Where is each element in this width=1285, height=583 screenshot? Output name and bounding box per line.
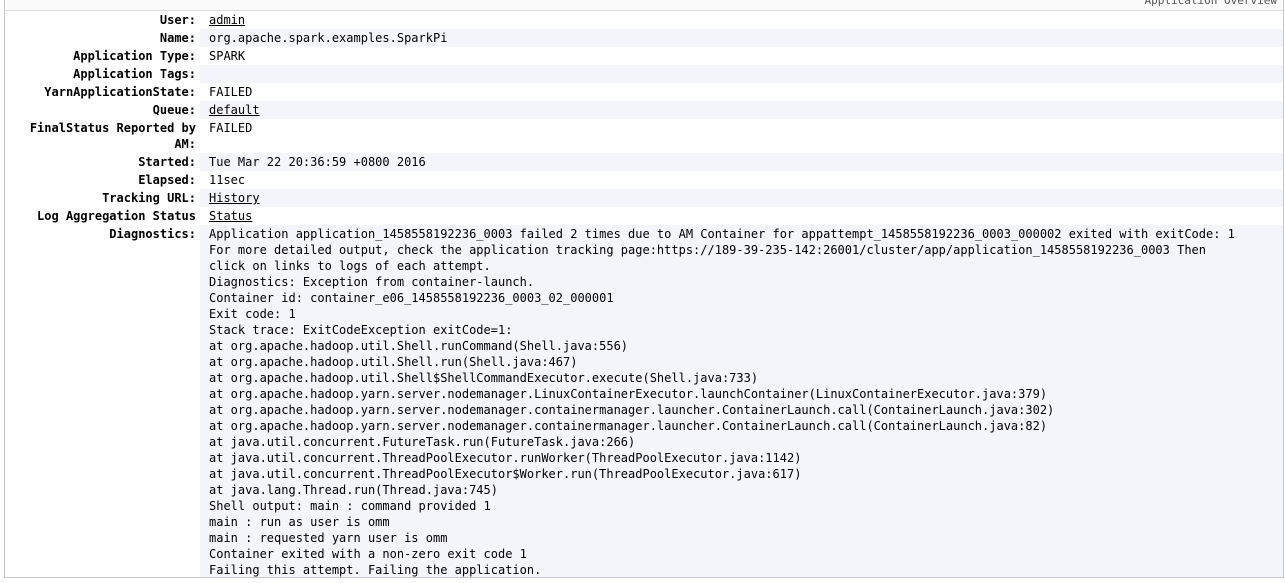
diagnostics-line: at java.util.concurrent.ThreadPoolExecut… — [209, 451, 802, 465]
diagnostics-line: main : run as user is omm — [209, 515, 390, 529]
application-type-label: Application Type: — [5, 47, 200, 65]
info-row-diagnostics: Diagnostics: Application application_145… — [5, 225, 1283, 577]
info-row-tracking-url: Tracking URL: History — [5, 189, 1283, 207]
history-link[interactable]: History — [209, 191, 260, 205]
diagnostics-line: Shell output: main : command provided 1 — [209, 499, 491, 513]
diagnostics-line: at org.apache.hadoop.yarn.server.nodeman… — [209, 419, 1048, 433]
diagnostics-line: at java.util.concurrent.ThreadPoolExecut… — [209, 467, 802, 481]
user-value-cell: admin — [200, 11, 1283, 29]
application-tags-label: Application Tags: — [5, 65, 200, 83]
diagnostics-line: at java.util.concurrent.FutureTask.run(F… — [209, 435, 636, 449]
final-status-value: FAILED — [200, 119, 1283, 153]
info-row-final-status: FinalStatus Reported by AM: FAILED — [5, 119, 1283, 153]
diagnostics-line: at org.apache.hadoop.util.Shell.runComma… — [209, 339, 629, 353]
info-row-elapsed: Elapsed: 11sec — [5, 171, 1283, 189]
info-row-tags: Application Tags: — [5, 65, 1283, 83]
info-row-user: User: admin — [5, 11, 1283, 29]
diagnostics-line: Diagnostics: Exception from container-la… — [209, 275, 535, 289]
diagnostics-line: at org.apache.hadoop.util.Shell.run(Shel… — [209, 355, 578, 369]
tracking-url-value-cell: History — [200, 189, 1283, 207]
info-row-state: YarnApplicationState: FAILED — [5, 83, 1283, 101]
diagnostics-label: Diagnostics: — [5, 225, 200, 577]
user-label: User: — [5, 11, 200, 29]
diagnostics-line: at java.lang.Thread.run(Thread.java:745) — [209, 483, 498, 497]
panel-title: Application Overview — [1144, 0, 1277, 7]
log-aggregation-status-link[interactable]: Status — [209, 209, 252, 223]
log-aggregation-label: Log Aggregation Status — [5, 207, 200, 225]
queue-link[interactable]: default — [209, 103, 260, 117]
application-type-value: SPARK — [200, 47, 1283, 65]
elapsed-label: Elapsed: — [5, 171, 200, 189]
started-value: Tue Mar 22 20:36:59 +0800 2016 — [200, 153, 1283, 171]
yarn-state-label: YarnApplicationState: — [5, 83, 200, 101]
diagnostics-line: Container exited with a non-zero exit co… — [209, 547, 527, 561]
diagnostics-line: Stack trace: ExitCodeException exitCode=… — [209, 323, 513, 337]
diagnostics-line: Application application_1458558192236_00… — [209, 227, 1235, 241]
diagnostics-line: at org.apache.hadoop.yarn.server.nodeman… — [209, 387, 1048, 401]
diagnostics-line: For more detailed output, check the appl… — [209, 243, 1206, 273]
diagnostics-line: Failing this attempt. Failing the applic… — [209, 563, 542, 577]
tracking-url-label: Tracking URL: — [5, 189, 200, 207]
diagnostics-line: at org.apache.hadoop.yarn.server.nodeman… — [209, 403, 1055, 417]
diagnostics-line: Container id: container_e06_145855819223… — [209, 291, 614, 305]
diagnostics-line: Exit code: 1 — [209, 307, 296, 321]
queue-label: Queue: — [5, 101, 200, 119]
application-overview-panel: Application Overview User: admin Name: o… — [4, 0, 1284, 578]
info-row-log-aggregation: Log Aggregation Status Status — [5, 207, 1283, 225]
panel-header: Application Overview — [5, 0, 1283, 11]
yarn-state-value: FAILED — [200, 83, 1283, 101]
name-label: Name: — [5, 29, 200, 47]
queue-value-cell: default — [200, 101, 1283, 119]
started-label: Started: — [5, 153, 200, 171]
final-status-label: FinalStatus Reported by AM: — [5, 119, 200, 153]
diagnostics-line: at org.apache.hadoop.util.Shell$ShellCom… — [209, 371, 759, 385]
info-row-queue: Queue: default — [5, 101, 1283, 119]
application-info-table: User: admin Name: org.apache.spark.examp… — [5, 11, 1283, 577]
info-row-started: Started: Tue Mar 22 20:36:59 +0800 2016 — [5, 153, 1283, 171]
log-aggregation-value-cell: Status — [200, 207, 1283, 225]
info-row-name: Name: org.apache.spark.examples.SparkPi — [5, 29, 1283, 47]
elapsed-value: 11sec — [200, 171, 1283, 189]
application-tags-value — [200, 65, 1283, 83]
user-link[interactable]: admin — [209, 13, 245, 27]
diagnostics-value: Application application_1458558192236_00… — [200, 225, 1283, 577]
name-value: org.apache.spark.examples.SparkPi — [200, 29, 1283, 47]
info-row-type: Application Type: SPARK — [5, 47, 1283, 65]
diagnostics-line: main : requested yarn user is omm — [209, 531, 448, 545]
